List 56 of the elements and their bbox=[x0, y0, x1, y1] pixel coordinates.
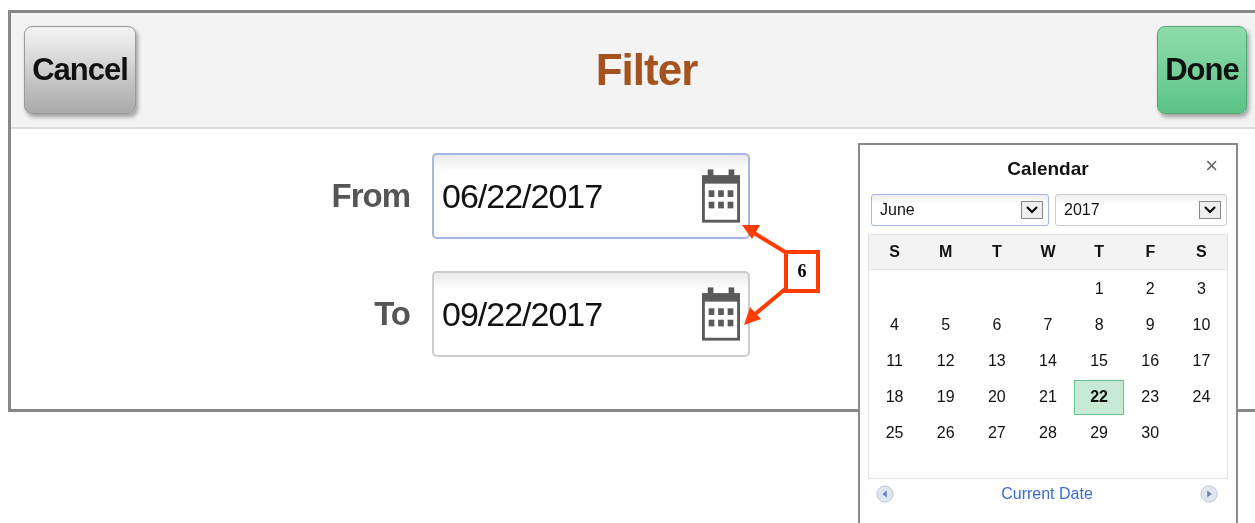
calendar-day[interactable]: 16 bbox=[1125, 343, 1176, 379]
calendar-day[interactable]: 6 bbox=[971, 307, 1022, 343]
calendar-day[interactable]: 14 bbox=[1023, 343, 1073, 379]
callout-badge: 6 bbox=[784, 250, 820, 293]
calendar-day[interactable]: 15 bbox=[1074, 343, 1125, 379]
calendar-day[interactable]: 1 bbox=[1074, 271, 1125, 307]
weekday-label: S bbox=[888, 243, 901, 261]
calendar-day[interactable]: 3 bbox=[1176, 271, 1227, 307]
current-date-link[interactable]: Current Date bbox=[1001, 485, 1093, 503]
calendar-day[interactable]: 21 bbox=[1023, 379, 1073, 415]
calendar-day[interactable]: 22 bbox=[1074, 379, 1125, 415]
weekday-label: T bbox=[990, 243, 1003, 261]
calendar-day[interactable]: 29 bbox=[1074, 415, 1125, 451]
calendar-day[interactable]: 11 bbox=[869, 343, 920, 379]
weekday-label: W bbox=[1039, 243, 1057, 261]
calendar-day[interactable]: 27 bbox=[971, 415, 1022, 451]
field-label: From bbox=[330, 177, 410, 215]
cancel-button[interactable]: Cancel bbox=[24, 26, 136, 114]
weekday-label: M bbox=[938, 243, 954, 261]
calendar-day[interactable]: 19 bbox=[920, 379, 971, 415]
calendar-day[interactable]: 2 bbox=[1125, 271, 1176, 307]
next-month-icon[interactable] bbox=[1200, 485, 1218, 503]
close-button[interactable]: × bbox=[1205, 155, 1218, 177]
month-dropdown[interactable]: June bbox=[871, 194, 1049, 226]
calendar-day[interactable]: 26 bbox=[920, 415, 971, 451]
date-field[interactable]: 06/22/2017 bbox=[432, 153, 750, 239]
year-dropdown[interactable]: 2017 bbox=[1055, 194, 1227, 226]
calendar-icon[interactable] bbox=[702, 168, 740, 224]
calendar-day[interactable]: 17 bbox=[1176, 343, 1227, 379]
calendar-day[interactable]: 24 bbox=[1176, 379, 1227, 415]
dropdown-caret-icon bbox=[1199, 201, 1221, 219]
calendar-day[interactable]: 12 bbox=[920, 343, 971, 379]
calendar-day[interactable]: 20 bbox=[971, 379, 1022, 415]
calendar-day[interactable]: 9 bbox=[1125, 307, 1176, 343]
calendar-day[interactable]: 8 bbox=[1074, 307, 1125, 343]
calendar-icon[interactable] bbox=[702, 286, 740, 342]
calendar-day[interactable]: 30 bbox=[1125, 415, 1176, 451]
previous-month-icon[interactable] bbox=[876, 485, 894, 503]
date-field[interactable]: 09/22/2017 bbox=[432, 271, 750, 357]
weekday-label: S bbox=[1195, 243, 1208, 261]
dropdown-caret-icon bbox=[1021, 201, 1043, 219]
calendar-day[interactable]: 5 bbox=[920, 307, 971, 343]
done-button[interactable]: Done bbox=[1157, 26, 1247, 114]
page-title: Filter bbox=[595, 45, 698, 95]
calendar-day[interactable]: 4 bbox=[869, 307, 920, 343]
calendar-day[interactable]: 23 bbox=[1125, 379, 1176, 415]
calendar-day[interactable]: 28 bbox=[1023, 415, 1073, 451]
calendar-day[interactable]: 18 bbox=[869, 379, 920, 415]
field-label: To bbox=[373, 295, 410, 333]
calendar-day[interactable]: 13 bbox=[971, 343, 1022, 379]
calendar-day[interactable]: 7 bbox=[1023, 307, 1073, 343]
weekday-label: T bbox=[1093, 243, 1105, 261]
weekday-label: F bbox=[1144, 243, 1157, 261]
calendar-title: Calendar bbox=[1007, 158, 1089, 180]
calendar-day[interactable]: 10 bbox=[1176, 307, 1227, 343]
calendar-day[interactable]: 25 bbox=[869, 415, 920, 451]
